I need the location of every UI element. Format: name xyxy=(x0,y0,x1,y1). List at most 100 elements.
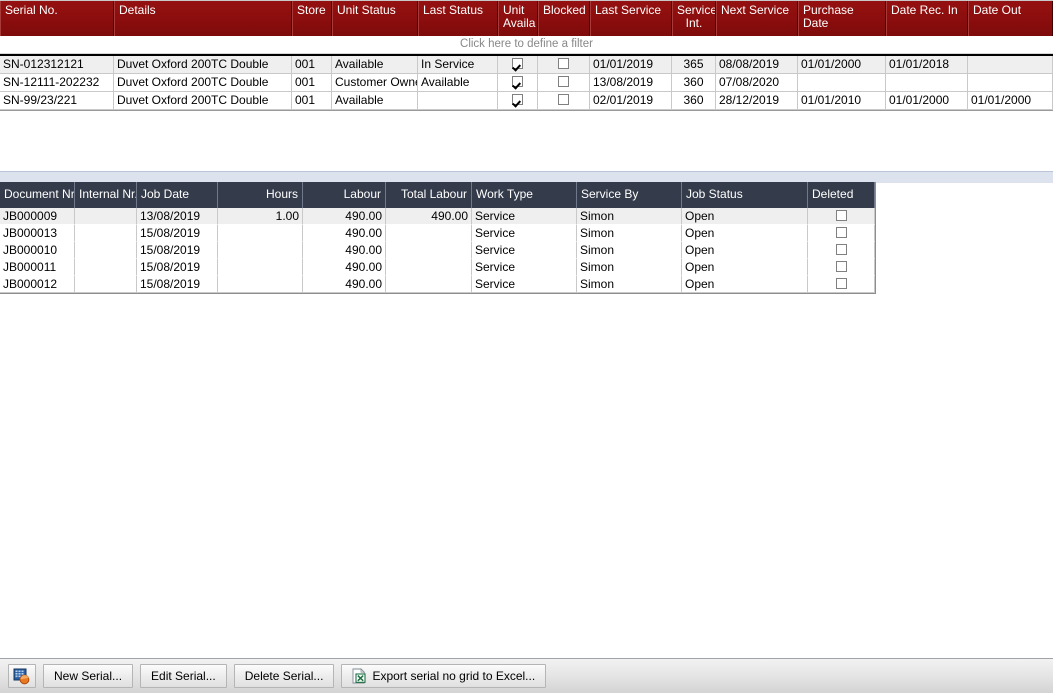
serial-column-header-unit-availa[interactable]: Unit Availa xyxy=(498,1,538,36)
export-to-excel-button[interactable]: Export serial no grid to Excel... xyxy=(341,664,546,688)
checkbox-deleted[interactable] xyxy=(836,227,847,238)
serial-cell-unit-availa[interactable] xyxy=(498,74,538,91)
job-cell-hours xyxy=(218,225,303,242)
job-column-header-deleted[interactable]: Deleted xyxy=(808,182,875,208)
job-column-header-internal-nr[interactable]: Internal Nr. xyxy=(75,182,137,208)
job-cell-deleted[interactable] xyxy=(808,225,875,242)
serial-cell-service-int: 365 xyxy=(672,56,716,73)
job-cell-job-date: 15/08/2019 xyxy=(137,242,218,259)
serial-column-header-date-out[interactable]: Date Out xyxy=(968,1,1053,36)
job-cell-document-nr: JB000011 xyxy=(0,259,75,276)
bottom-toolbar: New Serial... Edit Serial... Delete Seri… xyxy=(0,658,1053,693)
excel-export-icon xyxy=(352,668,367,684)
serial-cell-purchase-date: 01/01/2010 xyxy=(798,92,886,109)
serial-cell-purchase-date: 01/01/2000 xyxy=(798,56,886,73)
serial-column-header-next-service[interactable]: Next Service xyxy=(716,1,798,36)
job-cell-total-labour: 490.00 xyxy=(386,208,472,225)
job-cell-labour: 490.00 xyxy=(303,259,386,276)
job-cell-service-by: Simon xyxy=(577,259,682,276)
job-table-row[interactable]: JB00000913/08/20191.00490.00490.00Servic… xyxy=(0,208,875,225)
service-job-grid[interactable]: Document Nr.Internal Nr.Job DateHoursLab… xyxy=(0,182,876,294)
job-column-header-document-nr[interactable]: Document Nr. xyxy=(0,182,75,208)
job-grid-header-row: Document Nr.Internal Nr.Job DateHoursLab… xyxy=(0,182,875,208)
job-cell-deleted[interactable] xyxy=(808,276,875,293)
serial-cell-next-service: 28/12/2019 xyxy=(716,92,798,109)
job-column-header-work-type[interactable]: Work Type xyxy=(472,182,577,208)
job-cell-deleted[interactable] xyxy=(808,242,875,259)
serial-column-header-store[interactable]: Store xyxy=(292,1,332,36)
checkbox-deleted[interactable] xyxy=(836,261,847,272)
edit-serial-button[interactable]: Edit Serial... xyxy=(140,664,227,688)
job-column-header-job-date[interactable]: Job Date xyxy=(137,182,218,208)
serial-table-row[interactable]: SN-012312121Duvet Oxford 200TC Double001… xyxy=(0,56,1053,74)
serial-grid-icon xyxy=(13,668,31,685)
checkbox-unit-availa[interactable] xyxy=(512,94,523,105)
checkbox-deleted[interactable] xyxy=(836,244,847,255)
serial-cell-unit-availa[interactable] xyxy=(498,92,538,109)
job-column-header-total-labour[interactable]: Total Labour xyxy=(386,182,472,208)
serial-grid-header-row: Serial No.DetailsStoreUnit StatusLast St… xyxy=(0,0,1053,36)
serial-column-header-last-service[interactable]: Last Service xyxy=(590,1,672,36)
job-cell-work-type: Service xyxy=(472,208,577,225)
delete-serial-button[interactable]: Delete Serial... xyxy=(234,664,335,688)
serial-column-header-blocked[interactable]: Blocked xyxy=(538,1,590,36)
serial-cell-store: 001 xyxy=(292,92,332,109)
serial-number-grid[interactable]: Serial No.DetailsStoreUnit StatusLast St… xyxy=(0,0,1053,146)
serial-cell-last-service: 02/01/2019 xyxy=(590,92,672,109)
checkbox-unit-availa[interactable] xyxy=(512,58,523,69)
job-column-header-job-status[interactable]: Job Status xyxy=(682,182,808,208)
serial-cell-unit-availa[interactable] xyxy=(498,56,538,73)
job-cell-service-by: Simon xyxy=(577,208,682,225)
serial-cell-last-status: In Service xyxy=(418,56,498,73)
serial-cell-serial-no: SN-012312121 xyxy=(0,56,114,73)
checkbox-unit-availa[interactable] xyxy=(512,76,523,87)
serial-column-header-serial-no[interactable]: Serial No. xyxy=(0,1,114,36)
serial-cell-blocked[interactable] xyxy=(538,56,590,73)
job-cell-internal-nr xyxy=(75,242,137,259)
serial-cell-serial-no: SN-99/23/221 xyxy=(0,92,114,109)
serial-cell-unit-status: Customer Owned xyxy=(332,74,418,91)
job-cell-work-type: Service xyxy=(472,242,577,259)
serial-grid-filter-bar[interactable]: Click here to define a filter xyxy=(0,36,1053,54)
checkbox-deleted[interactable] xyxy=(836,278,847,289)
job-cell-job-date: 13/08/2019 xyxy=(137,208,218,225)
serial-cell-purchase-date xyxy=(798,74,886,91)
job-cell-labour: 490.00 xyxy=(303,242,386,259)
serial-table-row[interactable]: SN-99/23/221Duvet Oxford 200TC Double001… xyxy=(0,92,1053,110)
checkbox-blocked[interactable] xyxy=(558,94,569,105)
serial-column-header-unit-status[interactable]: Unit Status xyxy=(332,1,418,36)
job-cell-hours: 1.00 xyxy=(218,208,303,225)
serial-column-header-purchase-date[interactable]: Purchase Date xyxy=(798,1,886,36)
serial-table-row[interactable]: SN-12111-202232Duvet Oxford 200TC Double… xyxy=(0,74,1053,92)
serial-cell-service-int: 360 xyxy=(672,92,716,109)
serial-column-header-date-rec-in[interactable]: Date Rec. In xyxy=(886,1,968,36)
job-cell-deleted[interactable] xyxy=(808,259,875,276)
serial-column-header-service-int[interactable]: Service Int. xyxy=(672,1,716,36)
checkbox-blocked[interactable] xyxy=(558,58,569,69)
job-column-header-hours[interactable]: Hours xyxy=(218,182,303,208)
job-table-row[interactable]: JB00001315/08/2019490.00ServiceSimonOpen xyxy=(0,225,875,242)
job-column-header-labour[interactable]: Labour xyxy=(303,182,386,208)
serial-cell-service-int: 360 xyxy=(672,74,716,91)
serial-grid-settings-button[interactable] xyxy=(8,664,36,688)
serial-column-header-details[interactable]: Details xyxy=(114,1,292,36)
job-cell-document-nr: JB000012 xyxy=(0,276,75,293)
serial-cell-blocked[interactable] xyxy=(538,92,590,109)
checkbox-blocked[interactable] xyxy=(558,76,569,87)
serial-cell-unit-status: Available xyxy=(332,92,418,109)
job-table-row[interactable]: JB00001115/08/2019490.00ServiceSimonOpen xyxy=(0,259,875,276)
job-cell-total-labour xyxy=(386,242,472,259)
job-cell-work-type: Service xyxy=(472,276,577,293)
serial-cell-date-rec-in xyxy=(886,74,968,91)
job-table-row[interactable]: JB00001215/08/2019490.00ServiceSimonOpen xyxy=(0,276,875,293)
job-cell-internal-nr xyxy=(75,208,137,225)
job-cell-deleted[interactable] xyxy=(808,208,875,225)
job-table-row[interactable]: JB00001015/08/2019490.00ServiceSimonOpen xyxy=(0,242,875,259)
serial-cell-blocked[interactable] xyxy=(538,74,590,91)
checkbox-deleted[interactable] xyxy=(836,210,847,221)
job-cell-hours xyxy=(218,242,303,259)
job-cell-job-status: Open xyxy=(682,276,808,293)
job-column-header-service-by[interactable]: Service By xyxy=(577,182,682,208)
new-serial-button[interactable]: New Serial... xyxy=(43,664,133,688)
serial-column-header-last-status[interactable]: Last Status xyxy=(418,1,498,36)
